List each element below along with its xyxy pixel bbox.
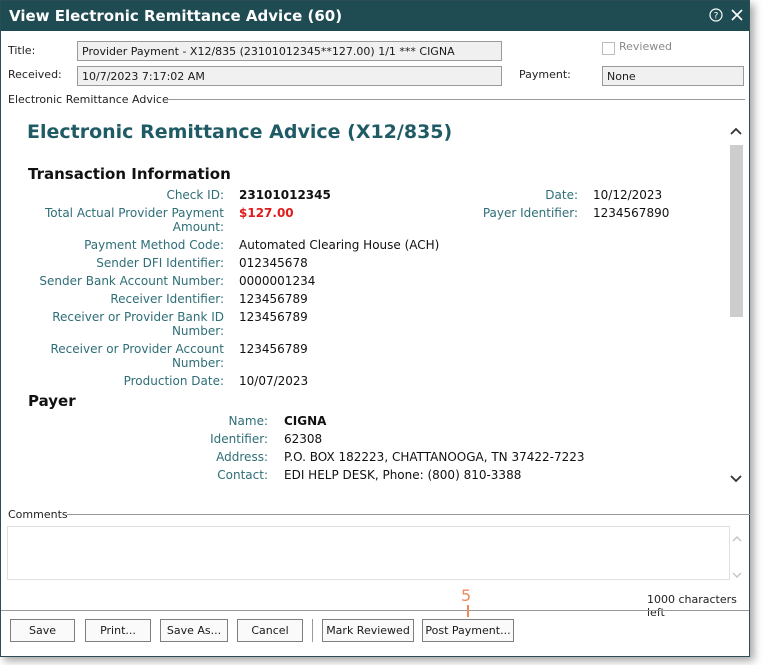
reviewed-checkbox[interactable] (602, 42, 615, 55)
receiver-account-label-line1: Receiver or Provider Account (50, 342, 225, 356)
receiver-bank-label-line2: Number: (171, 324, 224, 338)
receiver-account-value: 123456789 (239, 342, 308, 356)
payment-method-value: Automated Clearing House (ACH) (239, 238, 440, 252)
title-bar: View Electronic Remittance Advice (60) ? (1, 1, 749, 31)
title-label: Title: (8, 44, 36, 57)
help-icon[interactable]: ? (707, 6, 725, 24)
receiver-id-value: 123456789 (239, 292, 308, 306)
era-dialog: View Electronic Remittance Advice (60) ?… (0, 0, 750, 657)
scroll-down-icon[interactable] (728, 471, 744, 487)
comments-textarea[interactable] (7, 526, 730, 580)
reviewed-label: Reviewed (619, 40, 672, 53)
window-title: View Electronic Remittance Advice (60) (9, 7, 343, 25)
title-field[interactable]: Provider Payment - X12/835 (23101012345*… (77, 41, 502, 61)
payer-heading: Payer (28, 392, 76, 410)
payer-contact-value: EDI HELP DESK, Phone: (800) 810-3388 (284, 468, 522, 482)
footer-divider (1, 610, 749, 611)
close-icon[interactable] (728, 6, 746, 24)
production-date-value: 10/07/2023 (239, 374, 309, 388)
save-as-button[interactable]: Save As... (160, 619, 228, 642)
era-scrollbar[interactable] (728, 119, 744, 495)
check-id-value: 23101012345 (239, 188, 331, 202)
era-document: Electronic Remittance Advice (X12/835) T… (10, 111, 727, 494)
sender-bank-label: Sender Bank Account Number: (39, 274, 224, 288)
payer-name-value: CIGNA (284, 414, 327, 428)
payer-address-value: P.O. BOX 182223, CHATTANOOGA, TN 37422-7… (284, 450, 585, 464)
date-value: 10/12/2023 (593, 188, 663, 202)
comments-label: Comments (8, 508, 68, 521)
era-group-divider (167, 99, 745, 100)
payment-method-label: Payment Method Code: (84, 238, 224, 252)
sender-dfi-value: 012345678 (239, 256, 308, 270)
sender-dfi-label: Sender DFI Identifier: (96, 256, 224, 270)
transaction-heading: Transaction Information (28, 165, 231, 183)
payment-label: Payment: (519, 68, 571, 81)
save-button[interactable]: Save (10, 619, 75, 642)
received-field[interactable]: 10/7/2023 7:17:02 AM (77, 66, 502, 86)
comments-scroll-down-icon[interactable] (732, 568, 742, 582)
char-count: 1000 characters left (647, 593, 737, 619)
production-date-label: Production Date: (123, 374, 224, 388)
receiver-id-label: Receiver Identifier: (110, 292, 224, 306)
payer-contact-label: Contact: (217, 468, 268, 482)
print-button[interactable]: Print... (85, 619, 151, 642)
receiver-bank-label-line1: Receiver or Provider Bank ID (52, 310, 224, 324)
payer-name-label: Name: (228, 414, 268, 428)
payer-identifier-label-2: Identifier: (210, 432, 268, 446)
total-payment-label-line2: Amount: (172, 220, 224, 234)
date-label: Date: (545, 188, 578, 202)
cancel-button[interactable]: Cancel (237, 619, 303, 642)
era-title: Electronic Remittance Advice (X12/835) (27, 121, 453, 143)
total-payment-label-line1: Total Actual Provider Payment (44, 206, 224, 220)
total-payment-label: Total Actual Provider Payment Amount: (20, 206, 224, 234)
receiver-bank-value: 123456789 (239, 310, 308, 324)
payment-field[interactable]: None (602, 66, 744, 86)
svg-text:?: ? (714, 12, 719, 22)
payer-address-label: Address: (216, 450, 268, 464)
payer-identifier-label: Payer Identifier: (482, 206, 578, 220)
mark-reviewed-button[interactable]: Mark Reviewed (322, 619, 414, 642)
received-label: Received: (8, 68, 62, 81)
era-group-label: Electronic Remittance Advice (8, 93, 169, 106)
receiver-bank-label: Receiver or Provider Bank ID Number: (20, 310, 224, 338)
payer-identifier-value: 1234567890 (593, 206, 670, 220)
comments-divider (67, 514, 750, 515)
step-callout-line (467, 605, 469, 617)
receiver-account-label: Receiver or Provider Account Number: (20, 342, 225, 370)
receiver-account-label-line2: Number: (171, 356, 224, 370)
check-id-label: Check ID: (166, 188, 224, 202)
step-callout: 5 (461, 586, 472, 605)
comments-scroll-up-icon[interactable] (732, 531, 742, 545)
total-payment-value: $127.00 (239, 206, 294, 220)
post-payment-button[interactable]: Post Payment... (422, 619, 514, 642)
era-scrollbar-thumb[interactable] (730, 145, 743, 317)
comments-scrollbar[interactable] (729, 526, 744, 580)
sender-bank-value: 0000001234 (239, 274, 316, 288)
scroll-up-icon[interactable] (728, 123, 744, 139)
payer-identifier-value-2: 62308 (284, 432, 323, 446)
button-separator (312, 619, 313, 642)
